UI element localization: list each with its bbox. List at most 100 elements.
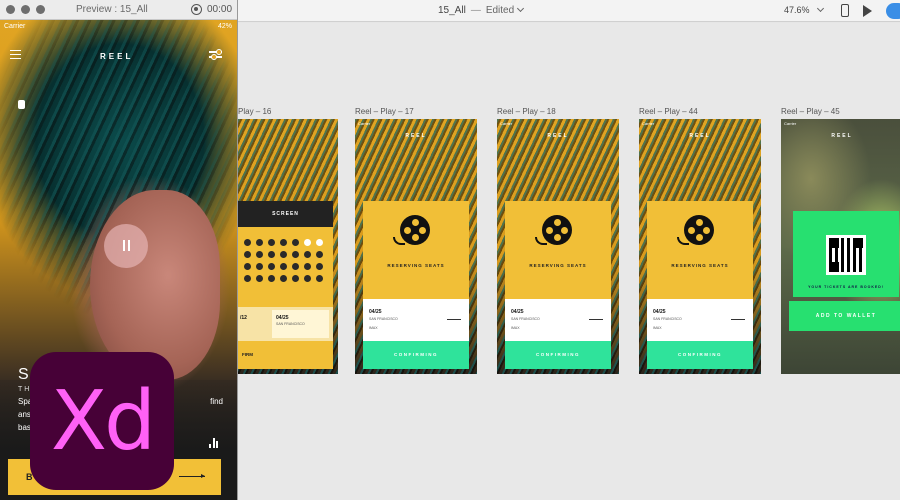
hamburger-menu-icon[interactable]: [10, 50, 21, 59]
pause-button[interactable]: [104, 224, 148, 268]
seat[interactable]: [268, 263, 275, 270]
ticket-theater: IMAX: [369, 326, 378, 330]
seat[interactable]: [244, 251, 251, 258]
seat[interactable]: [292, 263, 299, 270]
artboard-status: Carrier: [784, 121, 797, 126]
seat[interactable]: [244, 263, 251, 270]
film-reel-icon: [677, 215, 714, 245]
seat[interactable]: [292, 251, 299, 258]
seat-map: [238, 227, 333, 307]
seat[interactable]: [268, 251, 275, 258]
qr-code: [826, 235, 866, 275]
seat[interactable]: [316, 275, 323, 282]
artboard-label[interactable]: Reel – Play – 18: [497, 107, 556, 116]
artboard-label[interactable]: Play – 16: [238, 107, 271, 116]
artboard-status: Carrier: [358, 121, 371, 126]
seat[interactable]: [268, 275, 275, 282]
artboard-app-title: REEL: [831, 133, 853, 139]
ticket-info: 04/25 SAN FRANCISCO IMAX: [647, 299, 753, 341]
document-status: Edited: [485, 5, 515, 16]
maximize-window-button[interactable]: [36, 5, 45, 14]
zoom-value: 47.6%: [784, 5, 810, 15]
ticket-date-1: /12: [240, 315, 247, 321]
window-controls: [6, 5, 45, 14]
arrow-right-icon: [589, 319, 603, 320]
seat[interactable]: [292, 239, 299, 246]
adobe-xd-logo: Xd: [30, 352, 174, 490]
battery-label: 42%: [217, 23, 232, 30]
ticket-theater: IMAX: [653, 326, 662, 330]
seat[interactable]: [256, 263, 263, 270]
ticket-date: 04/25: [653, 309, 666, 315]
arrow-right-icon: [179, 474, 205, 478]
ticket-date: 04/25: [369, 309, 382, 315]
seat[interactable]: [280, 251, 287, 258]
main-toolbar: 15_All — Edited 47.6%: [238, 0, 900, 22]
preview-title: Preview : 15_All: [76, 4, 148, 15]
ticket-info: 04/25 SAN FRANCISCO IMAX: [363, 299, 469, 341]
artboard-play-16[interactable]: SCREEN /12 04/25 SAN FRANCISCO FIRM: [238, 119, 338, 374]
artboard-status: Carrier: [642, 121, 655, 126]
seat[interactable]: [316, 251, 323, 258]
record-icon[interactable]: [191, 4, 202, 15]
add-to-wallet-button[interactable]: ADD TO WALLET: [789, 301, 900, 331]
phone-status-bar: Carrier 42%: [0, 23, 237, 35]
artboard-play-44[interactable]: Carrier REEL RESERVING SEATS 04/25 SAN F…: [639, 119, 761, 374]
reserving-card: RESERVING SEATS: [647, 201, 753, 299]
minimize-window-button[interactable]: [21, 5, 30, 14]
ticket-city-2: SAN FRANCISCO: [276, 322, 305, 326]
device-preview-icon[interactable]: [841, 4, 849, 17]
seat[interactable]: [280, 239, 287, 246]
equalizer-icon[interactable]: [209, 438, 219, 448]
seat[interactable]: [244, 239, 251, 246]
close-window-button[interactable]: [6, 5, 15, 14]
seat[interactable]: [304, 263, 311, 270]
confirming-button[interactable]: CONFIRMING: [363, 341, 469, 369]
seat[interactable]: [304, 275, 311, 282]
seat[interactable]: [316, 263, 323, 270]
seat-selected[interactable]: [316, 239, 323, 246]
seat[interactable]: [280, 263, 287, 270]
seat[interactable]: [244, 275, 251, 282]
seat-selected[interactable]: [304, 239, 311, 246]
confirming-button[interactable]: CONFIRMING: [505, 341, 611, 369]
confirming-button[interactable]: CONFIRMING: [647, 341, 753, 369]
play-icon[interactable]: [863, 5, 872, 17]
confirm-button[interactable]: FIRM: [238, 341, 333, 369]
film-reel-icon: [535, 215, 572, 245]
filter-sliders-icon[interactable]: [209, 49, 222, 60]
arrow-right-icon: [447, 319, 461, 320]
app-title: REEL: [100, 52, 134, 61]
share-button[interactable]: [886, 3, 900, 19]
seat[interactable]: [304, 251, 311, 258]
artboard-play-18[interactable]: Carrier REEL RESERVING SEATS 04/25 SAN F…: [497, 119, 619, 374]
document-title[interactable]: 15_All — Edited: [438, 4, 525, 16]
xd-logo-text: Xd: [50, 373, 156, 469]
zoom-chevron-down-icon: [816, 4, 824, 13]
seat[interactable]: [268, 239, 275, 246]
seat[interactable]: [280, 275, 287, 282]
ticket-date-2: 04/25: [276, 315, 289, 321]
ticket-date: 04/25: [511, 309, 524, 315]
artboard-label[interactable]: Reel – Play – 44: [639, 107, 698, 116]
seat[interactable]: [256, 239, 263, 246]
ticket-info: 04/25 SAN FRANCISCO IMAX: [505, 299, 611, 341]
artboard-play-45[interactable]: Carrier REEL YOUR TICKETS ARE BOOKED! AD…: [781, 119, 900, 374]
seat[interactable]: [292, 275, 299, 282]
screen-bar: SCREEN: [238, 201, 333, 227]
zoom-dropdown[interactable]: 47.6%: [784, 4, 824, 15]
artboard-label[interactable]: Reel – Play – 17: [355, 107, 414, 116]
reserving-title: RESERVING SEATS: [387, 263, 445, 268]
confirm-label: FIRM: [242, 352, 253, 357]
ticket-theater: IMAX: [511, 326, 520, 330]
reserving-title: RESERVING SEATS: [671, 263, 729, 268]
artboard-app-title: REEL: [689, 133, 711, 139]
artboard-play-17[interactable]: Carrier REEL RESERVING SEATS 04/25 SAN F…: [355, 119, 477, 374]
artboard-app-title: REEL: [547, 133, 569, 139]
seat[interactable]: [256, 275, 263, 282]
artboard-label[interactable]: Reel – Play – 45: [781, 107, 840, 116]
seat[interactable]: [256, 251, 263, 258]
booked-caption: YOUR TICKETS ARE BOOKED!: [808, 285, 884, 289]
design-canvas[interactable]: Play – 16 SCREEN /12 04/25 SAN FRANCISCO…: [238, 23, 900, 500]
chevron-down-icon: [517, 4, 525, 13]
